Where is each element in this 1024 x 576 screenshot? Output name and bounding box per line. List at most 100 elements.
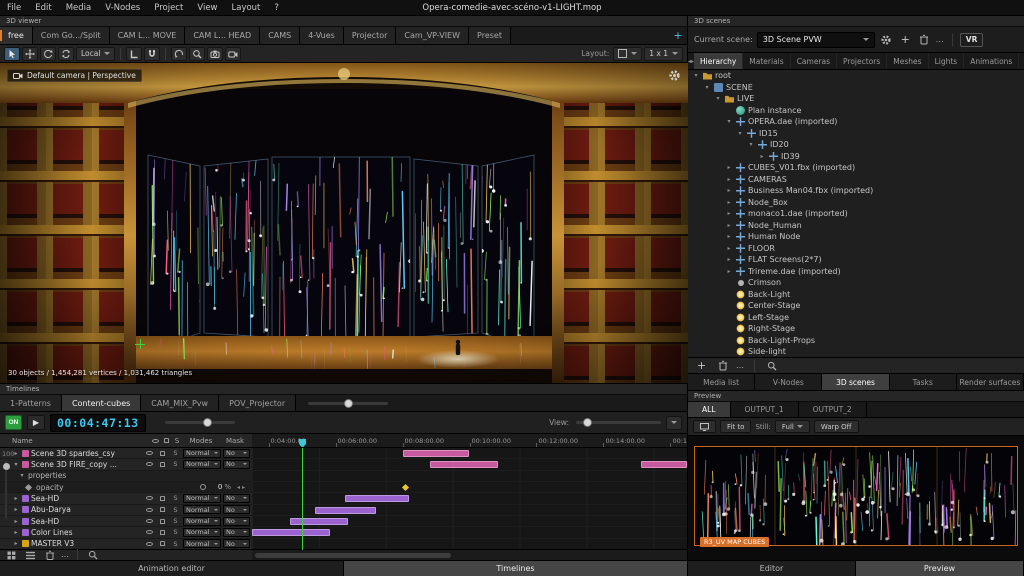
menu-item[interactable]: View xyxy=(190,0,224,16)
scenes-tab[interactable]: Lights xyxy=(929,53,965,69)
timeline-tab[interactable]: Content-cubes xyxy=(62,395,141,411)
zoom-tool-button[interactable] xyxy=(189,47,205,61)
playback-speed-slider[interactable] xyxy=(165,421,235,424)
blend-mode-dropdown[interactable]: Normal xyxy=(183,539,221,548)
track-expand-arrow[interactable]: ▾ xyxy=(12,461,20,468)
track-row[interactable]: opacity0%◂▸ xyxy=(0,482,252,493)
tree-expand-arrow[interactable]: ▾ xyxy=(714,95,722,102)
menu-item[interactable]: Project xyxy=(147,0,190,16)
timeline-lane[interactable] xyxy=(252,459,687,470)
viewer-tab[interactable]: Preset xyxy=(469,27,511,44)
solo-toggle[interactable]: S xyxy=(170,528,181,536)
tree-expand-arrow[interactable]: ▾ xyxy=(725,118,733,125)
scenes-tab[interactable]: Cameras xyxy=(791,53,837,69)
keyframe-diamond-icon[interactable] xyxy=(25,484,32,491)
lock-toggle[interactable] xyxy=(157,507,168,512)
viewport-settings-gear-icon[interactable] xyxy=(668,69,681,84)
menu-item[interactable]: File xyxy=(0,0,28,16)
vertical-zoom-slider[interactable] xyxy=(5,461,7,519)
snap-magnet-button[interactable] xyxy=(144,47,160,61)
delete-node-trash-icon[interactable] xyxy=(715,358,730,373)
tree-item[interactable]: ▸FLOOR xyxy=(688,243,1024,255)
more-options-button[interactable]: … xyxy=(61,551,70,559)
mask-dropdown[interactable]: No xyxy=(223,539,250,548)
solo-toggle[interactable]: S xyxy=(170,449,181,457)
tree-item[interactable]: Crimson xyxy=(688,277,1024,289)
vr-button[interactable]: VR xyxy=(960,33,984,47)
slider-thumb[interactable] xyxy=(203,418,212,427)
blend-mode-dropdown[interactable]: Normal xyxy=(183,494,221,503)
visibility-toggle[interactable] xyxy=(144,530,155,534)
tree-item[interactable]: Right-Stage xyxy=(688,323,1024,335)
tree-item[interactable]: ▾SCENE xyxy=(688,82,1024,94)
layout-ratio-dropdown[interactable]: 1 x 1 xyxy=(644,47,683,61)
tree-item[interactable]: Back-Light xyxy=(688,289,1024,301)
timeline-lane[interactable] xyxy=(252,493,687,504)
mask-dropdown[interactable]: No xyxy=(223,517,250,526)
track-row[interactable]: ▸Sea-HDSNormalNo xyxy=(0,493,252,504)
menu-item[interactable]: ? xyxy=(267,0,286,16)
mask-dropdown[interactable]: No xyxy=(223,528,250,537)
preview-display-button[interactable] xyxy=(693,420,716,433)
timeline-clip[interactable] xyxy=(430,461,497,468)
blend-mode-dropdown[interactable]: Normal xyxy=(183,528,221,537)
orbit-view-button[interactable] xyxy=(171,47,187,61)
scene-settings-gear-icon[interactable] xyxy=(879,32,894,47)
transform-space-dropdown[interactable]: Local xyxy=(76,47,115,61)
sync-tool-button[interactable] xyxy=(58,47,74,61)
track-expand-arrow[interactable]: ▸ xyxy=(12,506,20,513)
warp-toggle-button[interactable]: Warp Off xyxy=(814,420,859,433)
timeline-tab[interactable]: 1-Patterns xyxy=(0,395,62,411)
scenes-tab[interactable]: Materials xyxy=(743,53,790,69)
mask-dropdown[interactable]: No xyxy=(223,505,250,514)
tree-item[interactable]: ▸Node_Box xyxy=(688,197,1024,209)
blend-mode-dropdown[interactable]: Normal xyxy=(183,460,221,469)
tree-item[interactable]: ▾root xyxy=(688,70,1024,82)
timeline-on-button[interactable]: ON xyxy=(5,415,22,430)
panel-bottom-tab[interactable]: 3D scenes xyxy=(822,374,889,390)
mask-dropdown[interactable]: No xyxy=(223,494,250,503)
video-camera-button[interactable] xyxy=(225,47,241,61)
tree-expand-arrow[interactable]: ▸ xyxy=(758,153,766,160)
tree-item[interactable]: ▸CUBES_V01.fbx (imported) xyxy=(688,162,1024,174)
layout-bar-segment[interactable]: Timelines xyxy=(344,561,688,576)
playhead-ruler-marker[interactable] xyxy=(299,439,306,448)
blend-mode-dropdown[interactable]: Normal xyxy=(183,517,221,526)
timeline-lanes[interactable] xyxy=(252,448,687,550)
track-expand-arrow[interactable]: ▸ xyxy=(12,495,20,502)
lock-toggle[interactable] xyxy=(157,519,168,524)
tree-expand-arrow[interactable]: ▸ xyxy=(725,245,733,252)
scenes-tab[interactable]: Skel xyxy=(1019,53,1024,69)
viewer-tab[interactable]: free xyxy=(0,27,33,44)
move-tool-button[interactable] xyxy=(22,47,38,61)
scenes-tab[interactable]: Meshes xyxy=(887,53,928,69)
current-scene-dropdown[interactable]: 3D Scene PVW xyxy=(757,32,875,48)
blend-mode-dropdown[interactable]: Normal xyxy=(183,449,221,458)
timeline-clip[interactable] xyxy=(315,507,376,514)
track-expand-arrow[interactable]: ▸ xyxy=(12,540,20,547)
panel-bottom-tab[interactable]: V-Nodes xyxy=(755,374,822,390)
add-scene-button[interactable]: + xyxy=(898,32,913,47)
viewer-tab[interactable]: Cam_VP-VIEW xyxy=(396,27,469,44)
play-button[interactable]: ▶ xyxy=(27,415,45,430)
slider-thumb[interactable] xyxy=(3,463,10,470)
layout-bar-segment[interactable]: Animation editor xyxy=(0,561,344,576)
viewer-tab[interactable]: Projector xyxy=(344,27,397,44)
track-row[interactable]: ▸Abu-DaryaSNormalNo xyxy=(0,505,252,516)
layout-bar-segment[interactable]: Preview xyxy=(856,561,1024,576)
tree-expand-arrow[interactable]: ▸ xyxy=(725,176,733,183)
stopwatch-icon[interactable] xyxy=(200,484,206,490)
track-row[interactable]: ▾Scene 3D FIRE_copy ...SNormalNo xyxy=(0,459,252,470)
tree-expand-arrow[interactable]: ▾ xyxy=(703,84,711,91)
lock-toggle[interactable] xyxy=(157,541,168,546)
viewer-tab[interactable]: CAMS xyxy=(260,27,300,44)
track-row[interactable]: ▸Color LinesSNormalNo xyxy=(0,527,252,538)
track-expand-arrow[interactable]: ▸ xyxy=(12,518,20,525)
scenes-tab[interactable]: Hierarchy xyxy=(694,53,743,69)
timeline-lane[interactable] xyxy=(252,505,687,516)
timeline-lane[interactable] xyxy=(252,471,687,482)
timeline-tab[interactable]: POV_Projector xyxy=(219,395,296,411)
timeline-clip[interactable] xyxy=(345,495,409,502)
property-value[interactable]: 0 xyxy=(210,483,222,491)
slider-thumb[interactable] xyxy=(583,418,592,427)
